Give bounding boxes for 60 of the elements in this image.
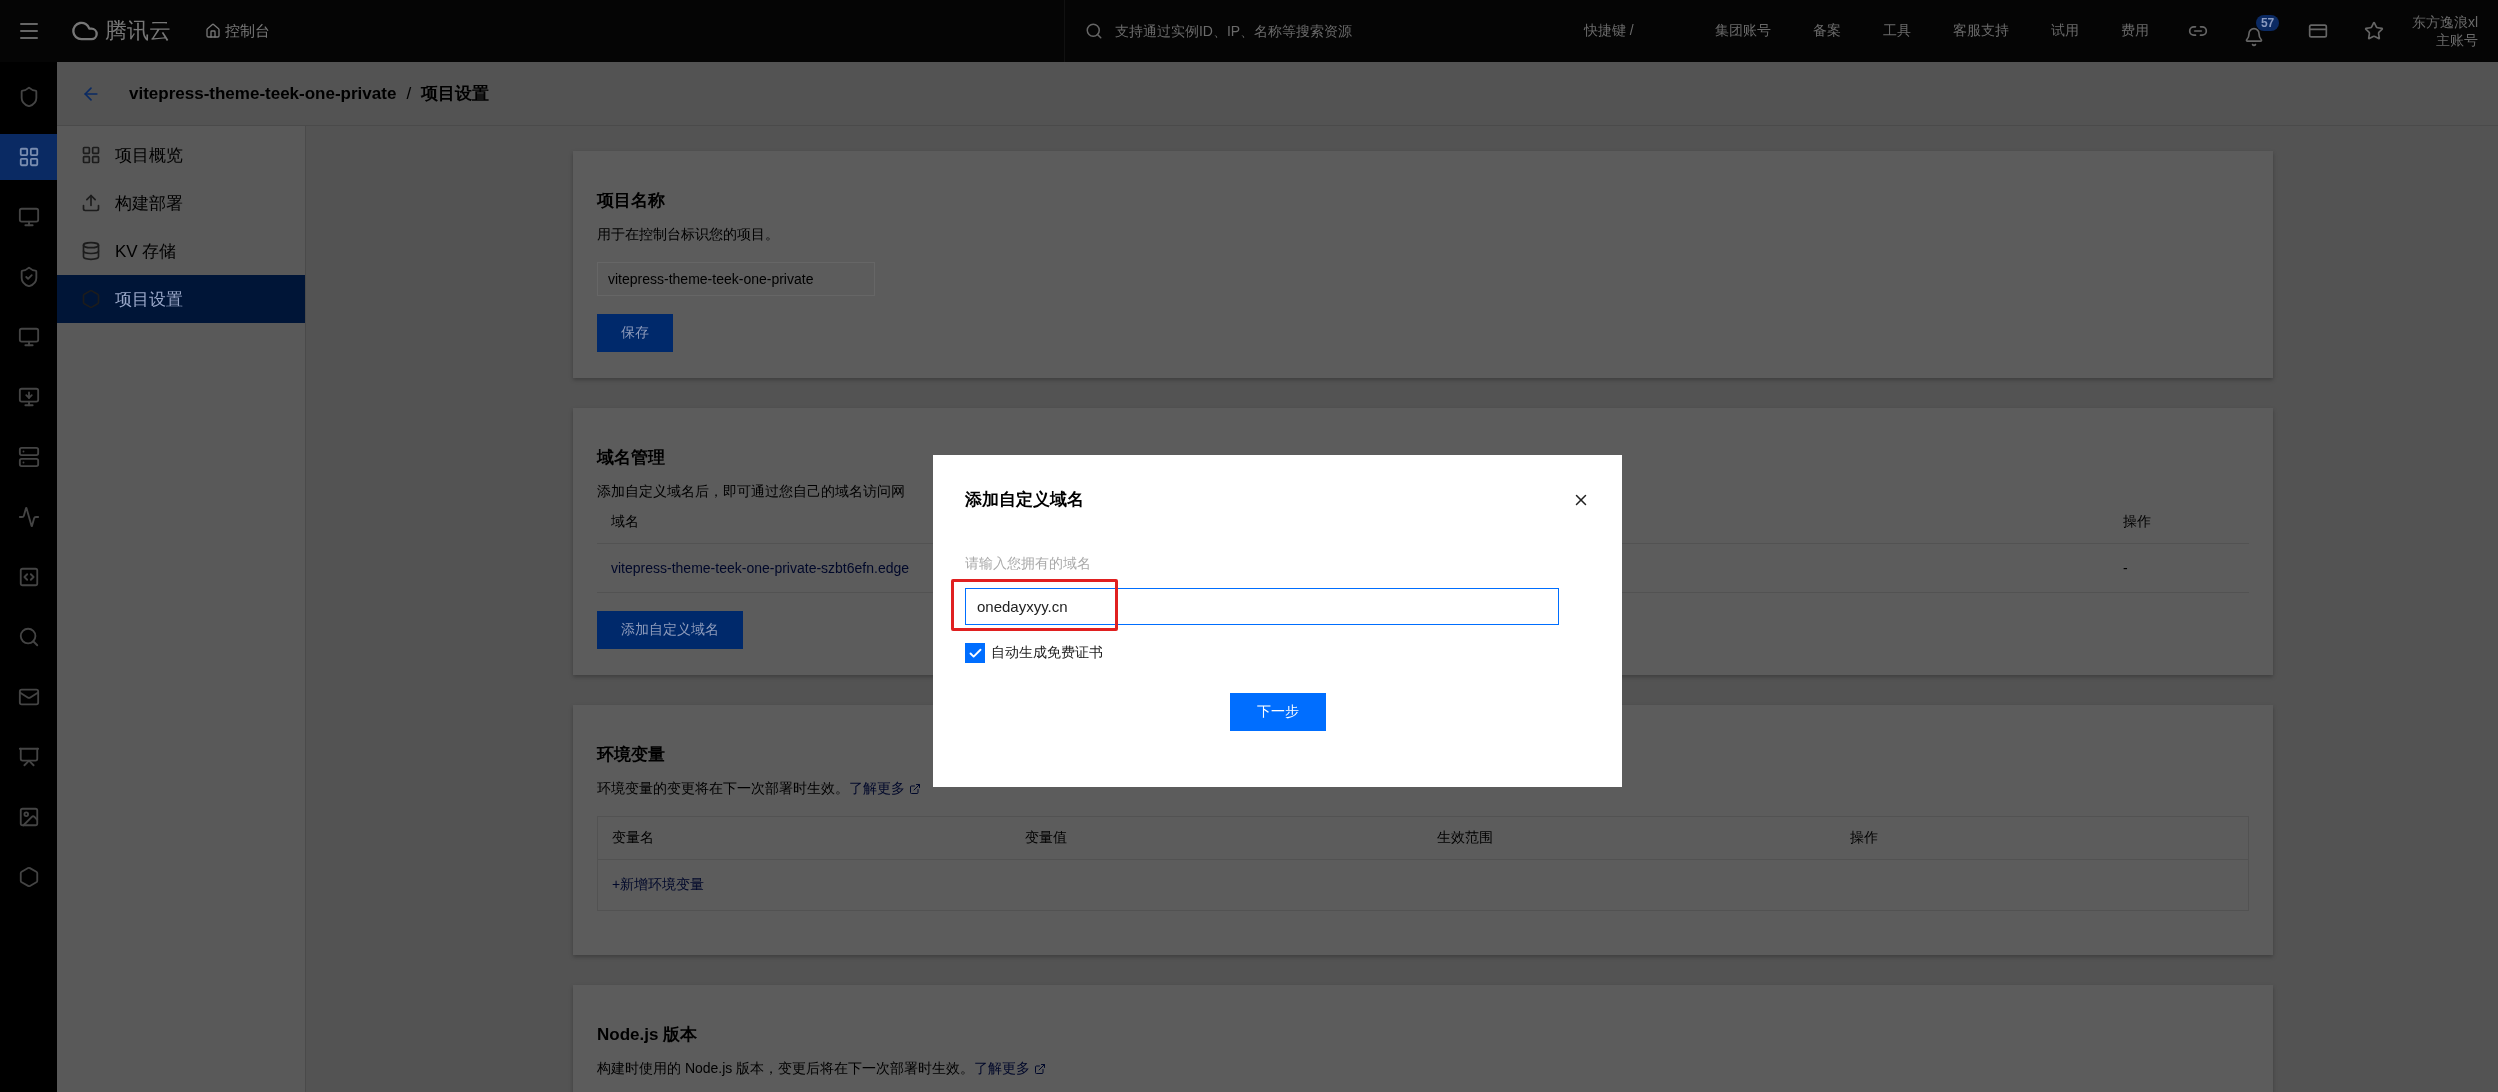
- nav-link[interactable]: 工具: [1882, 22, 1911, 40]
- column-header: 操作: [1848, 828, 1879, 847]
- column-header: 生效范围: [1436, 828, 1494, 847]
- account-type: 主账号: [2436, 31, 2478, 49]
- section-title: 域名管理: [597, 447, 665, 469]
- column-header: 变量名: [611, 828, 655, 847]
- add-domain-button[interactable]: 添加自定义域名: [597, 611, 743, 649]
- breadcrumb-page: 项目设置: [421, 83, 490, 105]
- breadcrumb-project[interactable]: vitepress-theme-teek-one-private: [129, 83, 397, 104]
- shortcut-hint: 快捷键 /: [1583, 22, 1635, 40]
- submenu-item[interactable]: 项目设置: [57, 275, 305, 323]
- grid-icon[interactable]: [0, 134, 57, 180]
- section-description: 用于在控制台标识您的项目。: [597, 226, 779, 244]
- settings-icon: [81, 289, 101, 309]
- nav-link[interactable]: 集团账号: [1714, 22, 1771, 40]
- add-variable-link[interactable]: +新增环境变量: [598, 860, 2248, 910]
- save-button[interactable]: 保存: [597, 314, 673, 352]
- console-link[interactable]: 控制台: [205, 21, 270, 41]
- star-avatar-icon[interactable]: [2363, 21, 2384, 41]
- learn-more-link[interactable]: 了解更多: [849, 780, 921, 798]
- project-name-field[interactable]: vitepress-theme-teek-one-private: [597, 262, 875, 296]
- column-header: 变量值: [1023, 828, 1068, 847]
- checkbox-label: 自动生成免费证书: [991, 644, 1103, 662]
- field-label: 请输入您拥有的域名: [965, 555, 1092, 573]
- search-icon: [1084, 22, 1103, 40]
- nav-link[interactable]: 试用: [2050, 22, 2079, 40]
- dialog-title: 添加自定义域名: [965, 489, 1084, 511]
- external-link-icon: [909, 783, 921, 795]
- bell-icon: [2243, 27, 2264, 47]
- domain-input-field[interactable]: onedayxyy.cn: [965, 588, 1559, 625]
- grid-icon: [81, 145, 101, 165]
- nav-link[interactable]: 客服支持: [1952, 22, 2009, 40]
- database-icon: [81, 241, 101, 261]
- external-link-icon: [1034, 1063, 1047, 1075]
- upload-icon: [81, 193, 101, 213]
- section-title: 项目名称: [597, 190, 665, 212]
- table-cell-text: -: [2122, 559, 2129, 578]
- section-description: 添加自定义域名后，即可通过您自己的域名访问网: [597, 483, 905, 501]
- home-icon: [205, 23, 221, 39]
- notification-button[interactable]: 57: [2243, 15, 2290, 47]
- submenu-item[interactable]: 构建部署: [57, 179, 305, 227]
- nav-link[interactable]: 备案: [1812, 22, 1841, 40]
- notification-count: 57: [2255, 15, 2280, 31]
- breadcrumb-separator: /: [406, 83, 412, 104]
- section-title: Node.js 版本: [597, 1024, 698, 1046]
- section-title: 环境变量: [597, 744, 665, 766]
- checkbox[interactable]: [965, 643, 985, 663]
- user-name[interactable]: 东方逸浪xl: [2411, 13, 2478, 31]
- search-field[interactable]: 支持通过实例ID、IP、名称等搜索资源: [1112, 22, 1437, 40]
- next-button[interactable]: 下一步: [1229, 693, 1326, 731]
- column-header: 域名: [610, 512, 640, 531]
- learn-more-link[interactable]: 了解更多: [974, 1060, 1047, 1078]
- section-description: 构建时使用的 Node.js 版本，变更后将在下一次部署时生效。了解更多: [597, 1060, 1047, 1078]
- billing-icon[interactable]: [2307, 21, 2328, 41]
- nav-link[interactable]: 费用: [2120, 22, 2149, 40]
- submenu-item[interactable]: 项目概览: [57, 131, 305, 179]
- section-description: 环境变量的变更将在下一次部署时生效。了解更多: [597, 780, 921, 798]
- column-header: 操作: [2122, 512, 2152, 531]
- logo-text: 腾讯云: [105, 17, 171, 45]
- submenu-item[interactable]: KV 存储: [57, 227, 305, 275]
